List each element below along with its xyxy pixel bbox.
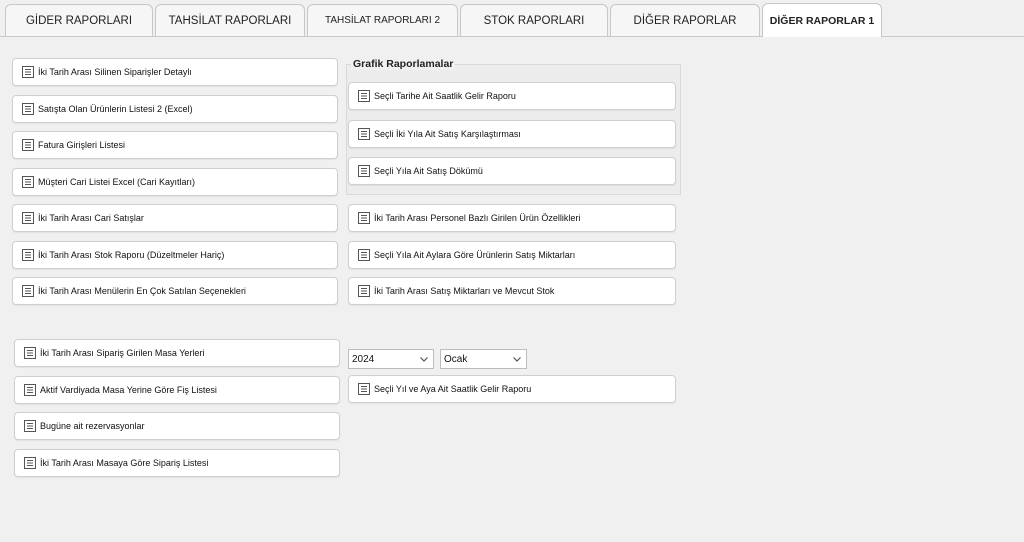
report-button-customer-accounts-excel[interactable]: Müşteri Cari Listei Excel (Cari Kayıtlar… <box>12 168 338 196</box>
report-list-icon <box>357 211 371 225</box>
report-list-icon <box>357 164 371 178</box>
month-select-value: Ocak <box>444 353 468 365</box>
report-button-deleted-orders[interactable]: İki Tarih Arası Silinen Siparişler Detay… <box>12 58 338 86</box>
report-button-sales-and-stock[interactable]: İki Tarih Arası Satış Miktarları ve Mevc… <box>348 277 676 305</box>
report-button-label: Seçli Yıla Ait Aylara Göre Ürünlerin Sat… <box>374 250 576 260</box>
chevron-down-icon <box>512 354 522 364</box>
tab-gider-raporlari[interactable]: GİDER RAPORLARI <box>5 4 153 36</box>
report-button-two-year-sales-comparison[interactable]: Seçli İki Yıla Ait Satış Karşılaştırması <box>348 120 676 148</box>
report-list-icon <box>23 456 37 470</box>
tab-diger-raporlar[interactable]: DİĞER RAPORLAR <box>610 4 760 36</box>
report-button-label: İki Tarih Arası Sipariş Girilen Masa Yer… <box>40 348 205 358</box>
report-list-icon <box>23 383 37 397</box>
report-button-label: İki Tarih Arası Masaya Göre Sipariş List… <box>40 458 209 468</box>
report-list-icon <box>21 175 35 189</box>
report-button-todays-reservations[interactable]: Bugüne ait rezervasyonlar <box>14 412 340 440</box>
report-button-table-locations[interactable]: İki Tarih Arası Sipariş Girilen Masa Yer… <box>14 339 340 367</box>
report-button-monthly-product-sales[interactable]: Seçli Yıla Ait Aylara Göre Ürünlerin Sat… <box>348 241 676 269</box>
tab-stok-raporlari[interactable]: STOK RAPORLARI <box>460 4 608 36</box>
report-button-label: Aktif Vardiyada Masa Yerine Göre Fiş Lis… <box>40 385 217 395</box>
month-select[interactable]: Ocak <box>440 349 527 369</box>
year-select[interactable]: 2024 <box>348 349 434 369</box>
report-button-menu-top-options[interactable]: İki Tarih Arası Menülerin En Çok Satılan… <box>12 277 338 305</box>
report-list-icon <box>21 211 35 225</box>
report-button-yearly-sales-summary[interactable]: Seçli Yıla Ait Satış Dökümü <box>348 157 676 185</box>
report-button-staff-product-properties[interactable]: İki Tarih Arası Personel Bazlı Girilen Ü… <box>348 204 676 232</box>
report-button-label: İki Tarih Arası Personel Bazlı Girilen Ü… <box>374 213 581 223</box>
report-button-invoice-entries[interactable]: Fatura Girişleri Listesi <box>12 131 338 159</box>
report-tabs: GİDER RAPORLARI TAHSİLAT RAPORLARI TAHSİ… <box>0 0 1024 37</box>
report-list-icon <box>23 346 37 360</box>
report-list-icon <box>21 138 35 152</box>
report-button-label: Seçli İki Yıla Ait Satış Karşılaştırması <box>374 129 521 139</box>
chevron-down-icon <box>419 354 429 364</box>
report-list-icon <box>357 127 371 141</box>
tab-tahsilat-raporlari-2[interactable]: TAHSİLAT RAPORLARI 2 <box>307 4 458 36</box>
report-button-products-on-sale-excel[interactable]: Satışta Olan Ürünlerin Listesi 2 (Excel) <box>12 95 338 123</box>
report-button-label: İki Tarih Arası Silinen Siparişler Detay… <box>38 67 192 77</box>
year-select-value: 2024 <box>352 353 375 365</box>
report-list-icon <box>21 248 35 262</box>
report-list-icon <box>357 284 371 298</box>
report-button-orders-by-table[interactable]: İki Tarih Arası Masaya Göre Sipariş List… <box>14 449 340 477</box>
tab-tahsilat-raporlari[interactable]: TAHSİLAT RAPORLARI <box>155 4 305 36</box>
report-button-label: İki Tarih Arası Satış Miktarları ve Mevc… <box>374 286 555 296</box>
report-button-label: Fatura Girişleri Listesi <box>38 140 126 150</box>
report-list-icon <box>23 419 37 433</box>
report-button-label: İki Tarih Arası Cari Satışlar <box>38 213 144 223</box>
report-button-stock-report[interactable]: İki Tarih Arası Stok Raporu (Düzeltmeler… <box>12 241 338 269</box>
report-button-account-sales[interactable]: İki Tarih Arası Cari Satışlar <box>12 204 338 232</box>
report-list-icon <box>21 65 35 79</box>
graphic-reports-title: Grafik Raporlamalar <box>351 58 456 70</box>
report-list-icon <box>357 248 371 262</box>
report-button-label: Satışta Olan Ürünlerin Listesi 2 (Excel) <box>38 104 193 114</box>
report-button-label: Seçli Yıla Ait Satış Dökümü <box>374 166 483 176</box>
report-list-icon <box>21 102 35 116</box>
report-list-icon <box>21 284 35 298</box>
report-list-icon <box>357 89 371 103</box>
report-button-label: İki Tarih Arası Menülerin En Çok Satılan… <box>38 286 246 296</box>
report-button-active-shift-receipts[interactable]: Aktif Vardiyada Masa Yerine Göre Fiş Lis… <box>14 376 340 404</box>
report-button-label: Seçli Tarihe Ait Saatlik Gelir Raporu <box>374 91 516 101</box>
report-button-hourly-income-by-date[interactable]: Seçli Tarihe Ait Saatlik Gelir Raporu <box>348 82 676 110</box>
report-button-label: Bugüne ait rezervasyonlar <box>40 421 145 431</box>
report-button-label: Müşteri Cari Listei Excel (Cari Kayıtlar… <box>38 177 196 187</box>
report-button-label: İki Tarih Arası Stok Raporu (Düzeltmeler… <box>38 250 225 260</box>
report-button-hourly-income-by-year-month[interactable]: Seçli Yıl ve Aya Ait Saatlik Gelir Rapor… <box>348 375 676 403</box>
report-button-label: Seçli Yıl ve Aya Ait Saatlik Gelir Rapor… <box>374 384 532 394</box>
tab-diger-raporlar-1[interactable]: DİĞER RAPORLAR 1 <box>762 3 882 37</box>
report-list-icon <box>357 382 371 396</box>
